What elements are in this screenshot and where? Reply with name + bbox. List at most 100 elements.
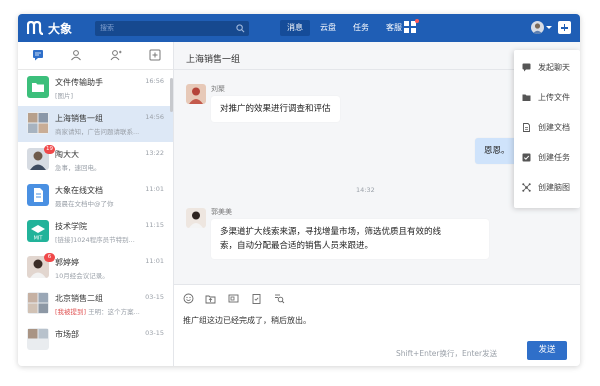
conversation-time: 11:01 — [145, 257, 164, 265]
menu-item-label: 创建文档 — [538, 123, 570, 132]
conversation-preview: [图片] — [55, 92, 74, 100]
message-bubble[interactable]: 对推广的效果进行调查和评估 — [211, 96, 340, 122]
conversation-preview: 急事，速回电。 — [55, 164, 101, 172]
task-icon[interactable] — [251, 293, 262, 304]
conversation-time: 14:56 — [145, 113, 164, 121]
nav-tasks[interactable]: 任务 — [346, 20, 376, 36]
conversation-preview: [我被提到] 王明：这个方案... — [55, 306, 163, 316]
list-item[interactable]: 19 陶大大 急事，速回电。 13:22 — [18, 142, 173, 178]
conversation-preview: [链接]1024程序员节特别... — [55, 236, 135, 244]
main-nav: 消息 云盘 任务 客服 — [280, 20, 412, 36]
conversation-name: 技术学院 — [55, 222, 87, 231]
menu-item-create-mindmap[interactable]: 创建脑图 — [514, 174, 580, 201]
mit-avatar: MIT — [27, 220, 49, 242]
list-item[interactable]: 文件传输助手 [图片] 16:56 — [18, 70, 173, 106]
upload-file-icon[interactable] — [205, 293, 216, 304]
conversation-time: 03-15 — [145, 329, 164, 337]
conversation-time: 11:15 — [145, 221, 164, 229]
chat-icon — [522, 63, 531, 72]
screenshot-icon[interactable] — [228, 293, 239, 304]
menu-item-start-chat[interactable]: 发起聊天 — [514, 54, 580, 81]
conversation-name: 上海销售一组 — [55, 114, 103, 123]
app-logo: 大象 — [27, 19, 72, 37]
search-icon[interactable] — [236, 24, 245, 33]
mention-tag: [我被提到] — [55, 308, 87, 316]
list-item[interactable]: 上海销售一组 商家请知，广告问题请联系... 14:56 — [18, 106, 173, 142]
menu-item-label: 创建任务 — [538, 153, 570, 162]
nav-cloud-drive[interactable]: 云盘 — [313, 20, 343, 36]
top-bar: 大象 搜索 消息 云盘 任务 客服 — [18, 14, 580, 42]
menu-item-label: 创建脑图 — [538, 183, 570, 192]
sender-avatar[interactable] — [186, 208, 206, 228]
group-avatar — [27, 292, 49, 314]
conversation-time: 03-15 — [145, 293, 164, 301]
mindmap-icon — [522, 183, 531, 192]
emoji-icon[interactable] — [183, 293, 194, 304]
conversation-time: 11:01 — [145, 185, 164, 193]
user-avatar[interactable] — [531, 21, 544, 34]
send-button[interactable]: 发送 — [527, 341, 567, 360]
time-separator: 14:32 — [356, 186, 375, 194]
document-icon — [523, 123, 530, 132]
conversation-time: 16:56 — [145, 77, 164, 85]
conversation-list: 文件传输助手 [图片] 16:56 上海销售一组 商家请知，广告问题请联系...… — [18, 70, 173, 366]
preview-text: 王明：这个方案... — [88, 308, 140, 316]
my-message-bubble[interactable]: 恩恩。 — [475, 138, 519, 164]
create-plus-button[interactable] — [558, 21, 571, 34]
group-avatar — [27, 112, 49, 134]
unread-badge: 6 — [44, 253, 55, 262]
menu-item-create-task[interactable]: 创建任务 — [514, 144, 580, 171]
app-name: 大象 — [48, 21, 73, 36]
menu-item-upload-file[interactable]: 上传文件 — [514, 84, 580, 111]
folder-icon — [522, 94, 531, 101]
menu-item-create-document[interactable]: 创建文档 — [514, 114, 580, 141]
message-line: 索，自动分配最合适的销售人员来跟进。 — [220, 241, 374, 251]
search-placeholder: 搜索 — [100, 24, 114, 32]
conversation-preview: 聂晨在文档中@了你 — [55, 200, 114, 208]
contacts-icon[interactable] — [70, 49, 82, 61]
app-window: 大象 搜索 消息 云盘 任务 客服 文件传输助手 [图片] 16:56 上海销售… — [18, 14, 580, 366]
list-item[interactable]: 北京销售二组 [我被提到] 王明：这个方案... 03-15 — [18, 286, 173, 322]
logo-mark-icon — [27, 21, 44, 35]
message-input-area: 推广组这边已经完成了，稍后放出。 Shift+Enter换行，Enter发送 发… — [174, 284, 580, 366]
list-item[interactable]: 6 郭婷婷 10月经会议记录。 11:01 — [18, 250, 173, 286]
doc-avatar — [27, 184, 49, 206]
conversation-name: 大象在线文档 — [55, 186, 103, 195]
create-menu: 发起聊天 上传文件 创建文档 创建任务 创建脑图 — [514, 50, 580, 208]
list-item[interactable]: MIT 技术学院 [链接]1024程序员节特别... 11:15 — [18, 214, 173, 250]
send-hint: Shift+Enter换行，Enter发送 — [396, 349, 498, 358]
conversation-name: 市场部 — [55, 330, 79, 339]
message-bubble[interactable]: 多渠道扩大线索来源，寻找增量市场，筛选优质且有效的线 索，自动分配最合适的销售人… — [211, 219, 489, 259]
conversation-name: 郭婷婷 — [55, 258, 79, 267]
group-avatar — [27, 328, 49, 350]
search-history-icon[interactable] — [274, 293, 285, 304]
sender-avatar[interactable] — [186, 84, 206, 104]
folder-avatar — [27, 76, 49, 98]
message-textarea[interactable]: 推广组这边已经完成了，稍后放出。 — [183, 315, 311, 326]
chat-title: 上海销售一组 — [186, 55, 241, 65]
list-item[interactable]: 市场部 03-15 — [18, 322, 173, 358]
conversation-preview: 商家请知，广告问题请联系... — [55, 128, 140, 136]
list-item[interactable]: 大象在线文档 聂晨在文档中@了你 11:01 — [18, 178, 173, 214]
menu-item-label: 上传文件 — [538, 93, 570, 102]
chat-icon[interactable] — [32, 49, 44, 61]
add-chat-icon[interactable] — [149, 49, 161, 61]
conversation-name: 陶大大 — [55, 150, 79, 159]
search-input[interactable]: 搜索 — [95, 21, 249, 36]
sender-name: 郭美美 — [211, 208, 232, 216]
menu-item-label: 发起聊天 — [538, 63, 570, 72]
sender-name: 刘聚 — [211, 85, 225, 93]
nav-messages[interactable]: 消息 — [280, 20, 310, 36]
svg-text:MIT: MIT — [34, 236, 44, 242]
conversation-list-scrollbar[interactable] — [170, 78, 173, 112]
task-check-icon — [522, 153, 531, 162]
conversation-name: 北京销售二组 — [55, 294, 103, 303]
conversation-name: 文件传输助手 — [55, 78, 103, 87]
apps-notification-dot — [415, 19, 419, 23]
sidebar-tabs — [18, 42, 173, 70]
conversation-time: 13:22 — [145, 149, 164, 157]
apps-grid-icon[interactable] — [404, 21, 416, 33]
user-icon[interactable] — [110, 49, 122, 61]
message-line: 多渠道扩大线索来源，寻找增量市场，筛选优质且有效的线 — [220, 227, 442, 237]
user-menu-caret-icon[interactable] — [546, 26, 552, 29]
